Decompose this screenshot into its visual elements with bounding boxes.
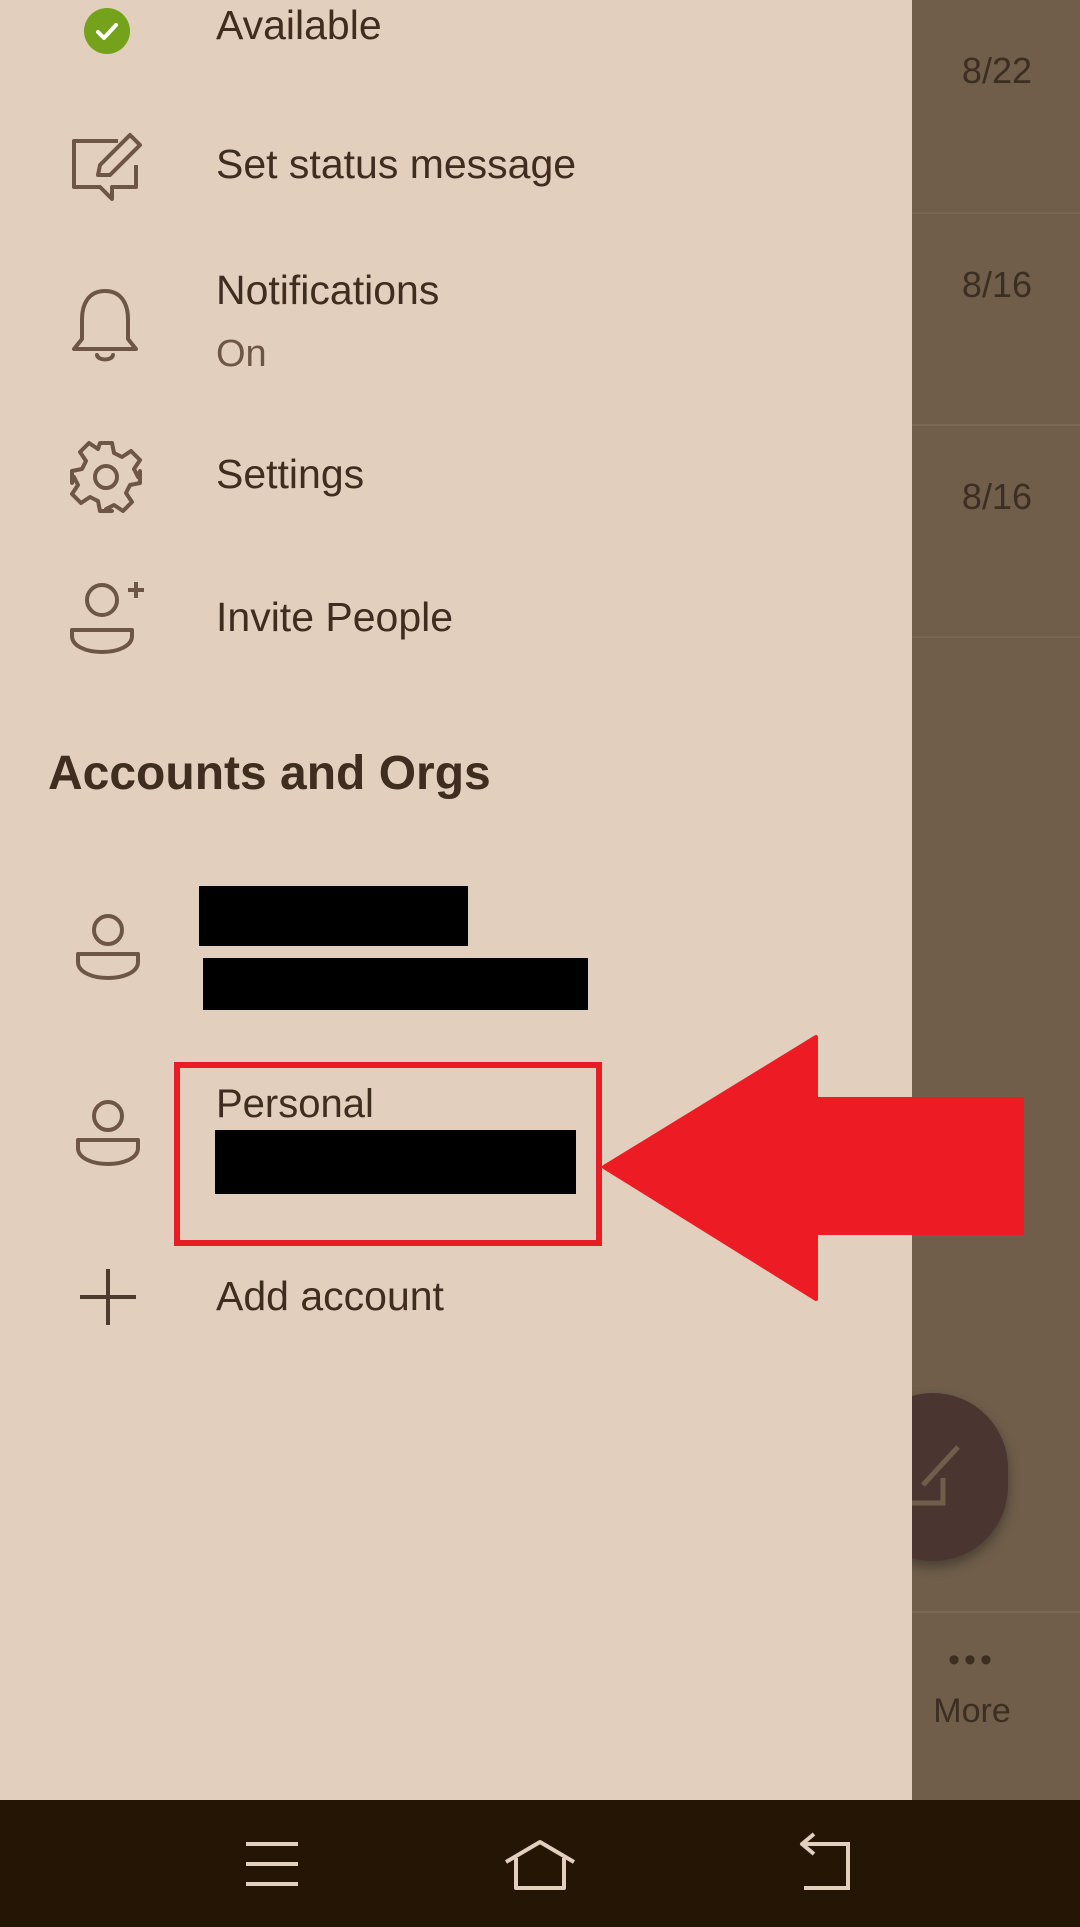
menu-item-label: Set status message [216, 141, 577, 187]
notifications-state: On [216, 333, 267, 375]
account-name-redacted [199, 886, 468, 946]
back-icon [800, 1832, 850, 1890]
menu-item-set-status[interactable]: Set status message [0, 115, 912, 225]
available-check-icon [84, 8, 130, 59]
more-tab[interactable]: ••• More [912, 1640, 1032, 1731]
accounts-section-title: Accounts and Orgs [48, 747, 491, 800]
add-account-label: Add account [216, 1273, 444, 1319]
menu-item-settings[interactable]: Settings [0, 425, 912, 535]
status-label: Available [216, 2, 382, 48]
system-navbar [0, 1800, 1080, 1927]
person-icon [76, 1100, 140, 1171]
menu-item-invite[interactable]: Invite People [0, 570, 912, 680]
home-icon [504, 1840, 576, 1890]
menu-item-notifications[interactable]: Notifications On [0, 265, 912, 385]
menu-icon [246, 1842, 298, 1886]
person-icon [76, 914, 140, 985]
chat-date: 8/16 [961, 476, 1032, 517]
menu-item-label: Settings [216, 451, 365, 497]
more-tab-label: More [933, 1692, 1011, 1730]
gear-icon [68, 439, 144, 520]
highlight-box [174, 1062, 602, 1246]
add-person-icon [68, 580, 148, 661]
status-row[interactable]: Available [0, 0, 912, 70]
home-nav-button[interactable] [500, 1828, 580, 1900]
chat-date: 8/22 [961, 50, 1032, 91]
menu-nav-button[interactable] [232, 1828, 312, 1900]
more-dots-icon: ••• [948, 1641, 996, 1679]
account-item[interactable] [0, 880, 912, 1030]
menu-item-label: Invite People [216, 594, 454, 640]
chat-date: 8/16 [961, 264, 1032, 305]
back-nav-button[interactable] [784, 1828, 864, 1900]
bell-icon [68, 285, 142, 370]
navigation-drawer: Available Set status message Notificatio… [0, 0, 912, 1800]
tabbar-divider [912, 1611, 1080, 1613]
plus-icon [78, 1267, 138, 1332]
status-message-icon [68, 129, 144, 214]
menu-item-label: Notifications [216, 267, 440, 313]
account-email-redacted [203, 958, 588, 1010]
annotation-arrow-icon [602, 1035, 1024, 1301]
